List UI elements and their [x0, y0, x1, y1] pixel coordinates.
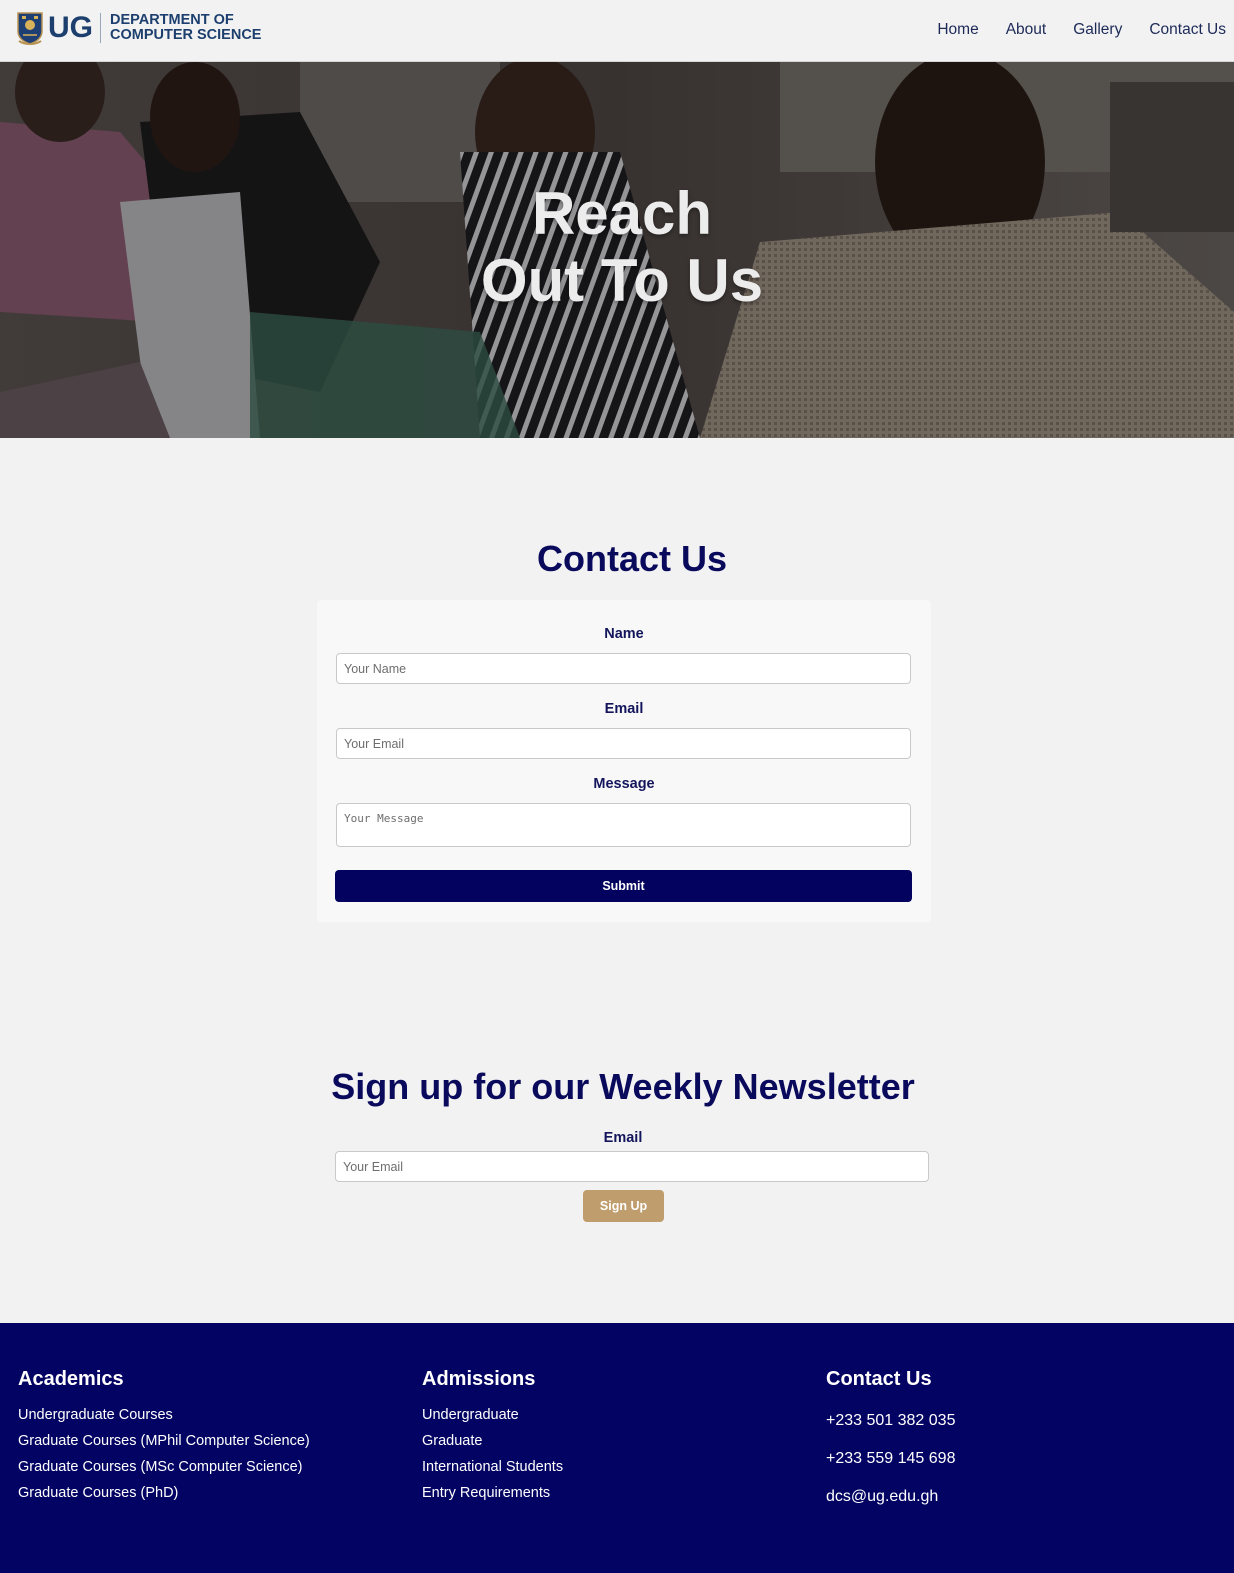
footer-link-msc-courses[interactable]: Graduate Courses (MSc Computer Science) — [18, 1454, 310, 1480]
contact-heading: Contact Us — [536, 538, 728, 579]
site-header: UG DEPARTMENT OF COMPUTER SCIENCE Home A… — [0, 0, 1234, 62]
university-crest-icon — [17, 12, 43, 45]
footer-contact-title: Contact Us — [826, 1368, 932, 1390]
footer-contact: Contact Us +233 501 382 035 +233 559 145… — [826, 1368, 955, 1516]
department-name: DEPARTMENT OF COMPUTER SCIENCE — [110, 13, 261, 43]
nav-contact-link[interactable]: Contact Us — [1149, 21, 1226, 39]
name-input[interactable] — [336, 653, 911, 684]
nav-about-link[interactable]: About — [1006, 21, 1047, 39]
newsletter-heading: Sign up for our Weekly Newsletter — [331, 1066, 915, 1107]
hero-title: Reach Out To Us — [0, 180, 1234, 314]
newsletter-email-input[interactable] — [335, 1151, 929, 1182]
footer-link-graduate[interactable]: Graduate — [422, 1428, 563, 1454]
footer-phone-1: +233 501 382 035 — [826, 1412, 956, 1429]
footer-admissions: Admissions Undergraduate Graduate Intern… — [422, 1368, 563, 1506]
submit-button[interactable]: Submit — [335, 870, 912, 902]
footer-link-undergrad-courses[interactable]: Undergraduate Courses — [18, 1402, 310, 1428]
name-label: Name — [604, 626, 644, 642]
hero-title-line2: Out To Us — [480, 247, 764, 314]
footer-link-entry-requirements[interactable]: Entry Requirements — [422, 1480, 563, 1506]
logo-wordmark: UG — [48, 11, 93, 44]
footer-link-undergraduate[interactable]: Undergraduate — [422, 1402, 563, 1428]
footer-link-international[interactable]: International Students — [422, 1454, 563, 1480]
logo-divider — [100, 13, 101, 43]
hero-title-line1: Reach — [531, 180, 713, 247]
main-nav: Home About Gallery Contact Us — [910, 21, 1226, 39]
message-textarea[interactable] — [336, 803, 911, 847]
footer-admissions-title: Admissions — [422, 1368, 536, 1390]
department-name-line1: DEPARTMENT OF — [110, 12, 234, 28]
footer-email-link[interactable]: dcs@ug.edu.gh — [826, 1478, 955, 1516]
footer-phone-2: +233 559 145 698 — [826, 1450, 956, 1467]
footer-academics: Academics Undergraduate Courses Graduate… — [18, 1368, 310, 1506]
hero-banner: Reach Out To Us — [0, 62, 1234, 438]
footer-link-phd-courses[interactable]: Graduate Courses (PhD) — [18, 1480, 310, 1506]
email-label: Email — [604, 701, 644, 717]
department-name-line2: COMPUTER SCIENCE — [110, 27, 262, 43]
site-logo[interactable]: UG DEPARTMENT OF COMPUTER SCIENCE — [17, 11, 261, 45]
footer-link-mphil-courses[interactable]: Graduate Courses (MPhil Computer Science… — [18, 1428, 310, 1454]
footer-academics-title: Academics — [18, 1368, 124, 1390]
nav-home-link[interactable]: Home — [937, 21, 978, 39]
nav-gallery-link[interactable]: Gallery — [1073, 21, 1122, 39]
newsletter-email-label: Email — [603, 1130, 643, 1146]
contact-form: Name Email Message Submit — [317, 600, 931, 922]
email-input[interactable] — [336, 728, 911, 759]
signup-button[interactable]: Sign Up — [583, 1190, 664, 1222]
site-footer: Academics Undergraduate Courses Graduate… — [0, 1323, 1234, 1573]
message-label: Message — [593, 776, 655, 792]
